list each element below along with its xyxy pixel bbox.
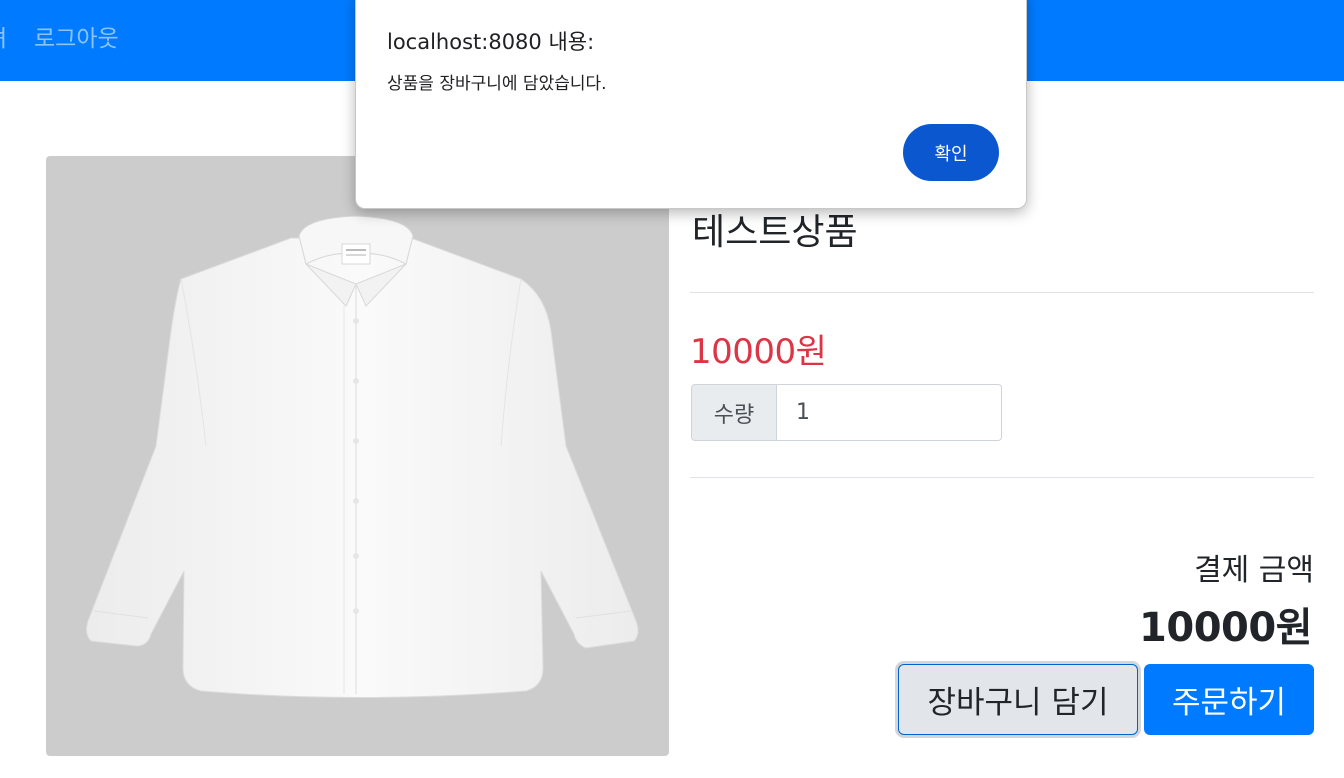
- product-image: [46, 156, 669, 756]
- product-price: 10000원: [690, 332, 827, 372]
- alert-dialog: localhost:8080 내용: 상품을 장바구니에 담았습니다. 확인: [355, 0, 1027, 209]
- white-shirt-image: [86, 215, 639, 698]
- quantity-input[interactable]: [777, 384, 1002, 441]
- alert-ok-button[interactable]: 확인: [903, 124, 999, 181]
- nav-link-logout[interactable]: 로그아웃: [34, 22, 119, 56]
- divider: [690, 292, 1314, 293]
- alert-title: localhost:8080 내용:: [387, 30, 595, 54]
- total-price-label: 결제 금액: [1194, 553, 1314, 588]
- divider: [690, 477, 1314, 478]
- alert-message: 상품을 장바구니에 담았습니다.: [387, 74, 607, 94]
- product-name: 테스트상품: [692, 212, 858, 253]
- total-price-value: 10000원: [1139, 605, 1312, 651]
- add-to-cart-button[interactable]: 장바구니 담기: [898, 664, 1138, 735]
- order-button[interactable]: 주문하기: [1144, 664, 1314, 735]
- nav-link-partial[interactable]: 녀: [0, 22, 7, 56]
- quantity-input-group: 수량: [691, 384, 1003, 441]
- quantity-label: 수량: [691, 384, 777, 441]
